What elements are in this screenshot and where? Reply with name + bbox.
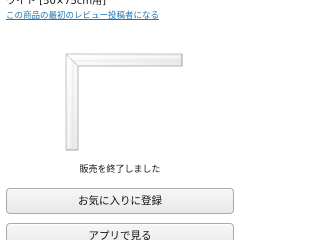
view-in-app-button[interactable]: アプリで見る xyxy=(6,223,234,240)
sales-ended-status: 販売を終了しました xyxy=(79,165,161,175)
add-to-favorites-button[interactable]: お気に入りに登録 xyxy=(6,188,234,214)
product-title: ワイト [50×75cm用] xyxy=(6,0,107,7)
write-first-review-link[interactable]: この商品の最初のレビュー投稿者になる xyxy=(6,10,159,22)
product-image[interactable] xyxy=(60,44,184,152)
product-page: ワイト [50×75cm用] この商品の最初のレビュー投稿者になる 販売を終了し… xyxy=(0,0,240,240)
picture-frame-corner-icon xyxy=(65,53,183,151)
